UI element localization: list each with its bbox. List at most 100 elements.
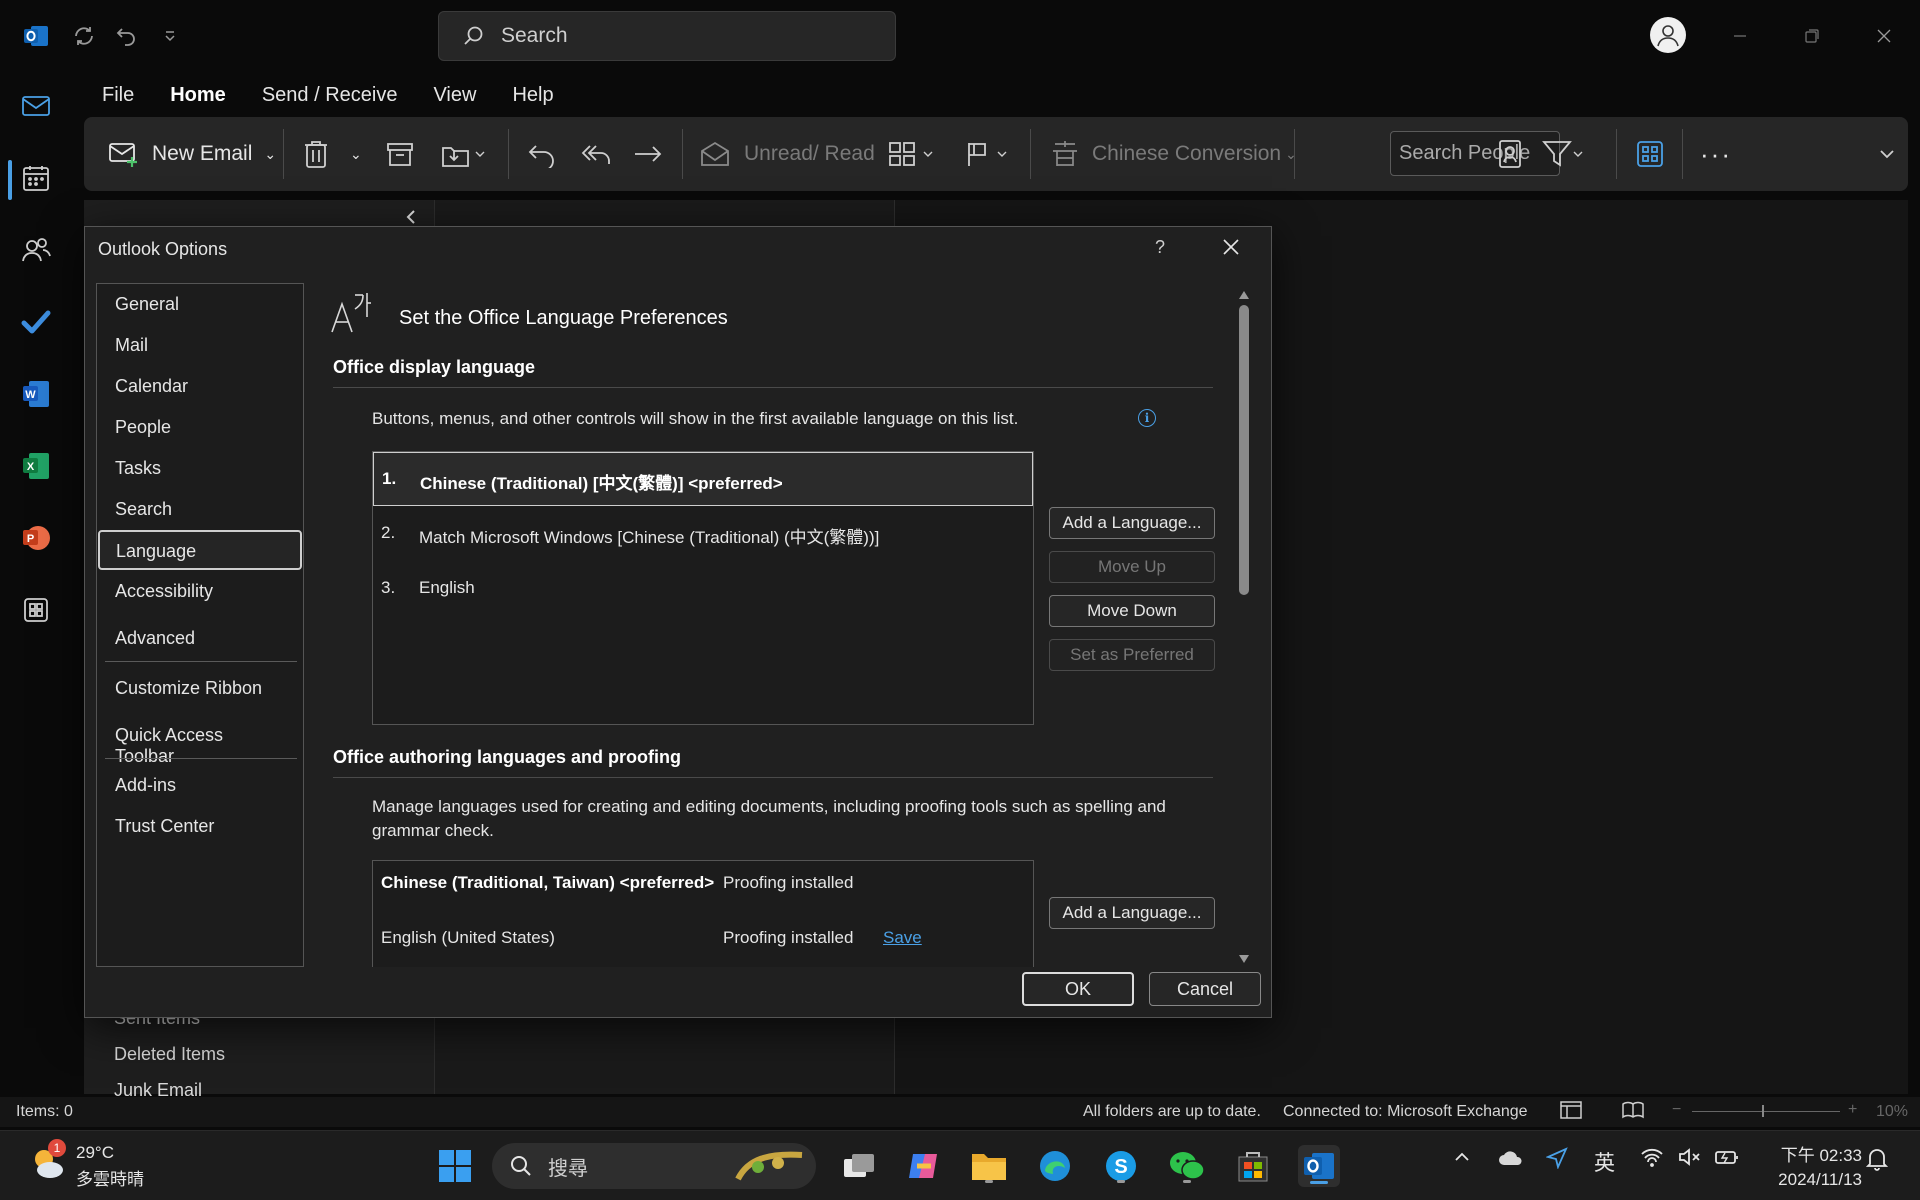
powerpoint-icon[interactable]: P [16,518,56,558]
tab-view[interactable]: View [415,80,494,114]
nav-search[interactable]: Search [97,489,303,529]
volume-muted-icon[interactable] [1678,1147,1702,1173]
zoom-slider-thumb[interactable] [1762,1105,1764,1117]
add-authoring-language-button[interactable]: Add a Language... [1049,897,1215,929]
chevron-down-icon[interactable]: ⌄ [264,146,276,163]
undo-icon[interactable] [110,20,142,52]
display-language-list[interactable]: 1. Chinese (Traditional) [中文(繁體)] <prefe… [372,451,1034,725]
restore-icon[interactable] [1794,18,1830,54]
tab-home[interactable]: Home [152,80,244,120]
move-down-button[interactable]: Move Down [1049,595,1215,627]
tab-send-receive[interactable]: Send / Receive [244,80,416,114]
edge-icon[interactable] [1034,1145,1076,1187]
excel-icon[interactable]: X [16,446,56,486]
authoring-language-list[interactable]: Chinese (Traditional, Taiwan) <preferred… [372,860,1034,967]
people-icon[interactable] [16,230,56,270]
tab-help[interactable]: Help [494,80,571,114]
save-link[interactable]: Save [883,928,922,948]
delete-button[interactable] [302,117,330,191]
search-people-input[interactable]: Search People [1390,131,1560,176]
nav-trust-center[interactable]: Trust Center [97,806,303,846]
nav-advanced[interactable]: Advanced [97,618,303,658]
chevron-down-icon[interactable]: ⌄ [1285,146,1297,163]
avatar[interactable] [1650,17,1686,53]
wechat-icon[interactable] [1166,1145,1208,1187]
info-icon[interactable]: i [1138,409,1156,427]
skype-icon[interactable]: S [1100,1145,1142,1187]
cancel-button[interactable]: Cancel [1149,972,1261,1006]
nav-mail[interactable]: Mail [97,325,303,365]
clock[interactable]: 下午 02:33 2024/11/13 [1762,1141,1862,1190]
nav-calendar[interactable]: Calendar [97,366,303,406]
move-up-button[interactable]: Move Up [1049,551,1215,583]
wifi-icon[interactable] [1640,1147,1664,1173]
search-input[interactable]: Search [438,11,896,61]
unread-read-button[interactable]: Unread/ Read [700,117,875,191]
nav-accessibility[interactable]: Accessibility [97,571,303,611]
add-display-language-button[interactable]: Add a Language... [1049,507,1215,539]
chinese-conversion-button[interactable]: Chinese Conversion ⌄ [1050,117,1297,191]
normal-view-icon[interactable] [1560,1101,1582,1124]
display-language-item[interactable]: 1. Chinese (Traditional) [中文(繁體)] <prefe… [373,452,1033,506]
todo-icon[interactable] [16,302,56,342]
archive-button[interactable] [386,117,414,191]
word-icon[interactable]: W [16,374,56,414]
taskbar-search[interactable]: 搜尋 [492,1143,816,1189]
ok-button[interactable]: OK [1022,972,1134,1006]
store-icon[interactable] [1232,1145,1274,1187]
location-icon[interactable] [1545,1147,1568,1175]
nav-quick-access-toolbar[interactable]: Quick Access Toolbar [97,715,303,766]
sync-icon[interactable] [68,20,100,52]
more-apps-icon[interactable] [16,590,56,630]
apps-button[interactable] [1636,117,1664,191]
nav-general[interactable]: General [97,284,303,324]
help-button[interactable]: ? [1155,237,1165,258]
customize-qat-icon[interactable] [154,20,186,52]
zoom-slider[interactable] [1692,1111,1840,1112]
nav-language[interactable]: Language [98,530,302,570]
ribbon-expand-icon[interactable] [1878,117,1896,191]
copilot-icon[interactable] [902,1145,944,1187]
tab-file[interactable]: File [84,80,152,114]
outlook-taskbar-icon[interactable] [1298,1145,1340,1187]
show-hidden-icons[interactable] [1452,1147,1472,1173]
folder-deleted-items[interactable]: Deleted Items [114,1044,225,1065]
authoring-language-item[interactable]: Chinese (Traditional, Taiwan) <preferred… [373,863,1033,903]
content-scrollbar[interactable] [1233,283,1255,967]
battery-icon[interactable] [1714,1147,1740,1173]
move-button[interactable] [440,117,486,191]
scrollbar-thumb[interactable] [1239,305,1249,595]
display-language-item[interactable]: 3. English [373,562,1033,616]
onedrive-icon[interactable] [1498,1149,1524,1173]
display-language-item[interactable]: 2. Match Microsoft Windows [Chinese (Tra… [373,507,1033,561]
start-button[interactable] [434,1145,476,1187]
address-book-button[interactable] [1496,117,1524,191]
more-options-icon[interactable]: ··· [1700,117,1732,191]
reading-view-icon[interactable] [1622,1101,1644,1124]
nav-customize-ribbon[interactable]: Customize Ribbon [97,668,303,708]
nav-add-ins[interactable]: Add-ins [97,765,303,805]
close-window-icon[interactable] [1866,18,1902,54]
new-email-button[interactable]: New Email ⌄ [108,117,276,191]
weather-widget[interactable]: 1 29°C 多雲時晴 [28,1139,144,1189]
delete-dropdown-icon[interactable]: ⌄ [350,117,362,191]
file-explorer-icon[interactable] [968,1145,1010,1187]
minimize-icon[interactable] [1722,18,1758,54]
zoom-out-icon[interactable]: − [1672,1101,1681,1119]
set-as-preferred-button[interactable]: Set as Preferred [1049,639,1215,671]
scroll-up-icon[interactable] [1238,287,1250,305]
flag-button[interactable] [964,117,1010,191]
mail-icon[interactable] [16,86,56,126]
authoring-language-item[interactable]: English (United States) Proofing install… [373,918,1033,958]
task-view-icon[interactable] [838,1145,880,1187]
undo-button[interactable] [527,117,557,191]
forward-button[interactable] [632,117,664,191]
nav-tasks[interactable]: Tasks [97,448,303,488]
scroll-down-icon[interactable] [1238,951,1250,969]
zoom-in-icon[interactable]: + [1848,1101,1857,1119]
nav-people[interactable]: People [97,407,303,447]
notifications-icon[interactable] [1865,1147,1889,1177]
categorize-button[interactable] [888,117,936,191]
reply-all-button[interactable] [580,117,612,191]
calendar-icon[interactable] [16,158,56,198]
